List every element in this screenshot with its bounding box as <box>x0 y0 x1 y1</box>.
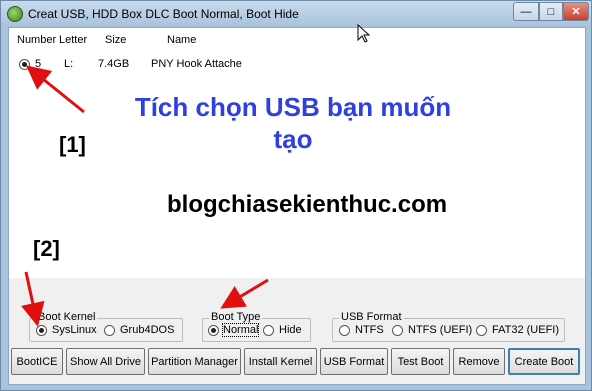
annotation-marker-1: [1] <box>59 132 86 157</box>
column-header-name: Name <box>167 34 197 46</box>
column-header-number: Number <box>17 34 57 46</box>
normal-label[interactable]: Normal <box>221 323 260 337</box>
maximize-button[interactable]: □ <box>539 2 563 21</box>
close-button[interactable]: ✕ <box>563 2 589 21</box>
column-header-letter: Letter <box>59 34 88 46</box>
title-bar[interactable]: Creat USB, HDD Box DLC Boot Normal, Boot… <box>1 1 591 27</box>
install-kernel-button[interactable]: Install Kernel <box>244 348 317 375</box>
fat32-uefi-label[interactable]: FAT32 (UEFI) <box>492 324 559 336</box>
usb-format-label: USB Format <box>339 311 404 323</box>
fat32-uefi-radio[interactable] <box>476 325 487 336</box>
remove-button[interactable]: Remove <box>453 348 505 375</box>
hide-radio[interactable] <box>263 325 274 336</box>
watermark-text: blogchiasekienthuc.com <box>167 191 448 218</box>
minimize-button[interactable]: — <box>513 2 539 21</box>
ntfs-radio[interactable] <box>339 325 350 336</box>
syslinux-label[interactable]: SysLinux <box>52 324 97 336</box>
boot-kernel-group: Boot Kernel SysLinux Grub4DOS <box>29 311 183 342</box>
drive-number: 5 <box>35 58 42 70</box>
boot-type-group: Boot Type Normal Hide <box>202 311 311 342</box>
ntfs-label[interactable]: NTFS <box>355 324 384 336</box>
hide-label[interactable]: Hide <box>279 324 302 336</box>
annotation-instruction: Tích chọn USB bạn muốn tạo <box>103 91 483 155</box>
annotation-marker-2: [2] <box>33 236 60 261</box>
create-boot-button[interactable]: Create Boot <box>508 348 580 375</box>
usb-format-group: USB Format NTFS NTFS (UEFI) FAT32 (UEFI) <box>332 311 565 342</box>
drive-radio[interactable] <box>19 59 30 70</box>
app-icon <box>7 6 23 22</box>
main-window: Creat USB, HDD Box DLC Boot Normal, Boot… <box>0 0 592 391</box>
grub4dos-label[interactable]: Grub4DOS <box>120 324 174 336</box>
annotation-line-1: Tích chọn USB bạn muốn <box>134 92 452 122</box>
boot-type-label: Boot Type <box>209 311 263 323</box>
test-boot-button[interactable]: Test Boot <box>391 348 450 375</box>
annotation-line-2: tạo <box>273 124 313 154</box>
client-area: Number Letter Size Name 5 L: 7.4GB PNY H… <box>8 27 586 385</box>
boot-kernel-label: Boot Kernel <box>36 311 98 323</box>
usb-format-button[interactable]: USB Format <box>320 348 388 375</box>
ntfs-uefi-label[interactable]: NTFS (UEFI) <box>408 324 472 336</box>
drive-size: 7.4GB <box>98 58 130 70</box>
show-all-drive-button[interactable]: Show All Drive <box>66 348 145 375</box>
ntfs-uefi-radio[interactable] <box>392 325 403 336</box>
drive-name: PNY Hook Attache <box>151 58 242 70</box>
drive-letter: L: <box>64 58 74 70</box>
partition-manager-button[interactable]: Partition Manager <box>148 348 241 375</box>
drive-list: Number Letter Size Name 5 L: 7.4GB PNY H… <box>9 28 585 278</box>
window-title: Creat USB, HDD Box DLC Boot Normal, Boot… <box>28 7 299 21</box>
column-header-size: Size <box>105 34 127 46</box>
mouse-cursor-icon <box>357 24 371 43</box>
bootice-button[interactable]: BootICE <box>11 348 63 375</box>
normal-radio[interactable] <box>208 325 219 336</box>
syslinux-radio[interactable] <box>36 325 47 336</box>
grub4dos-radio[interactable] <box>104 325 115 336</box>
